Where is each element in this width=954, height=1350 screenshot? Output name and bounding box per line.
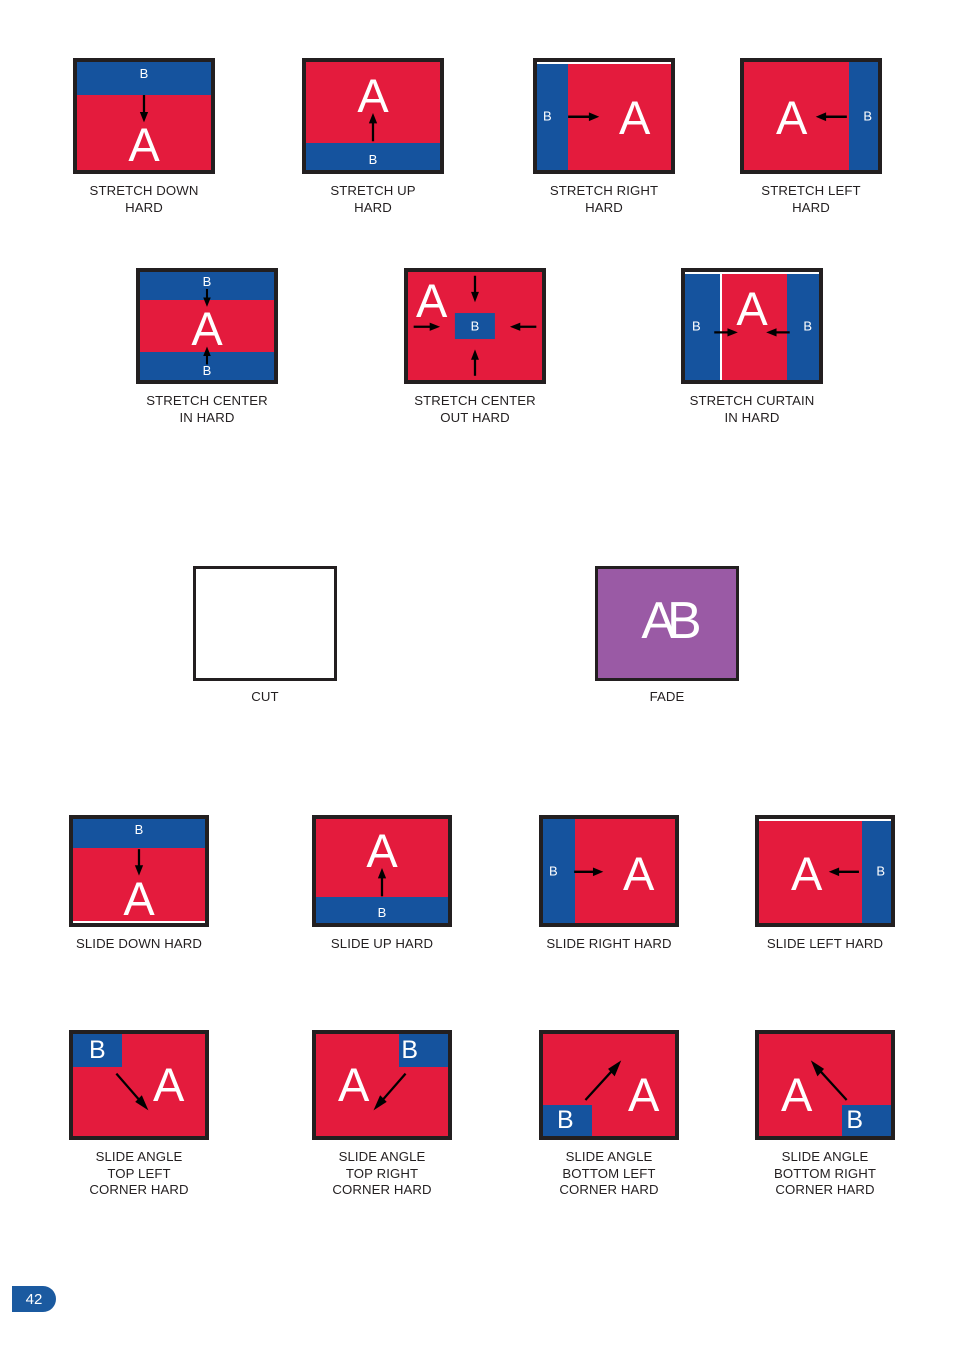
diagram-box: A B bbox=[312, 815, 452, 927]
diagram-box-fade: AB bbox=[595, 566, 739, 681]
label-b: B bbox=[557, 1106, 574, 1134]
figure-stretch-curtain-in-hard: B A B STRETCH CURTAIN IN HARD bbox=[681, 268, 823, 426]
figure-caption: SLIDE RIGHT HARD bbox=[546, 936, 672, 951]
figure-caption: SLIDE LEFT HARD bbox=[766, 936, 884, 951]
label-b: B bbox=[470, 318, 480, 334]
diagram-box: A B bbox=[539, 1030, 679, 1140]
figure-caption: STRETCH CENTER IN HARD bbox=[146, 393, 268, 425]
figure-stretch-center-out-hard: A B STRETCH CENTER OUT HARD bbox=[404, 268, 546, 426]
figure-slide-angle-top-left-corner-hard: B A SLIDE ANGLE TOP LEFT CORNER HARD bbox=[69, 1030, 209, 1199]
label-b: B bbox=[846, 1106, 863, 1134]
label-a: A bbox=[628, 1068, 660, 1121]
figure-slide-right-hard: B A SLIDE RIGHT HARD bbox=[539, 815, 679, 953]
diagram-box: A B bbox=[302, 58, 444, 174]
transition-effects-page: B A STRETCH DOWN HARD A B STRETCH UP HAR… bbox=[0, 0, 954, 1350]
figure-caption: FADE bbox=[649, 689, 685, 704]
figure-slide-up-hard: A B SLIDE UP HARD bbox=[312, 815, 452, 953]
figure-slide-angle-bottom-right-corner-hard: A B SLIDE ANGLE BOTTOM RIGHT CORNER HARD bbox=[755, 1030, 895, 1199]
figure-caption: SLIDE ANGLE BOTTOM LEFT CORNER HARD bbox=[559, 1149, 659, 1197]
figure-stretch-down-hard: B A STRETCH DOWN HARD bbox=[73, 58, 215, 216]
figure-caption: SLIDE ANGLE TOP RIGHT CORNER HARD bbox=[332, 1149, 432, 1197]
figure-caption: STRETCH RIGHT HARD bbox=[549, 183, 659, 215]
diagram-box: B A bbox=[533, 58, 675, 174]
label-a: A bbox=[619, 91, 651, 144]
figure-caption: STRETCH UP HARD bbox=[330, 183, 416, 215]
diagram-box: B A B bbox=[681, 268, 823, 384]
figure-caption: STRETCH DOWN HARD bbox=[89, 183, 199, 215]
diagram-box: A B bbox=[312, 1030, 452, 1140]
label-a: A bbox=[153, 1058, 185, 1111]
page-number: 42 bbox=[25, 1290, 43, 1308]
page-number-badge: 42 bbox=[12, 1286, 56, 1312]
label-b-bottom: B bbox=[202, 363, 212, 378]
label-a: A bbox=[736, 282, 768, 335]
region-b-blue-left bbox=[685, 272, 720, 380]
figure-stretch-up-hard: A B STRETCH UP HARD bbox=[302, 58, 444, 216]
seam-line bbox=[537, 62, 671, 64]
figure-caption: STRETCH CURTAIN IN HARD bbox=[689, 393, 815, 425]
region-b-blue bbox=[537, 62, 568, 170]
label-b: B bbox=[368, 152, 378, 167]
diagram-box: B A bbox=[73, 58, 215, 174]
label-a: A bbox=[623, 847, 655, 900]
figure-slide-down-hard: B A SLIDE DOWN HARD bbox=[69, 815, 209, 953]
figure-stretch-right-hard: B A STRETCH RIGHT HARD bbox=[533, 58, 675, 216]
label-a: A bbox=[781, 1068, 813, 1121]
figure-fade: AB FADE bbox=[595, 566, 739, 706]
diagram-box: A B bbox=[755, 1030, 895, 1140]
label-b: B bbox=[134, 822, 144, 837]
diagram-box: A B bbox=[404, 268, 546, 384]
label-b: B bbox=[543, 108, 552, 124]
label-a: A bbox=[123, 872, 155, 925]
figure-caption: STRETCH CENTER OUT HARD bbox=[414, 393, 536, 425]
diagram-box: B A B bbox=[136, 268, 278, 384]
label-b: B bbox=[89, 1036, 106, 1064]
figure-caption: SLIDE DOWN HARD bbox=[75, 936, 203, 951]
figure-caption: SLIDE ANGLE BOTTOM RIGHT CORNER HARD bbox=[773, 1149, 877, 1197]
label-a: A bbox=[416, 274, 448, 327]
seam-line-top bbox=[759, 819, 891, 821]
label-b-right: B bbox=[803, 318, 812, 334]
figure-stretch-left-hard: A B STRETCH LEFT HARD bbox=[740, 58, 882, 216]
diagram-box: B A bbox=[69, 815, 209, 927]
label-a: A bbox=[191, 302, 223, 355]
figure-caption: SLIDE UP HARD bbox=[330, 936, 434, 951]
label-a: A bbox=[791, 847, 823, 900]
figure-cut: CUT bbox=[193, 566, 337, 706]
label-a: A bbox=[776, 91, 808, 144]
diagram-box-empty bbox=[193, 566, 337, 681]
figure-slide-angle-bottom-left-corner-hard: A B SLIDE ANGLE BOTTOM LEFT CORNER HARD bbox=[539, 1030, 679, 1199]
figure-slide-angle-top-right-corner-hard: A B SLIDE ANGLE TOP RIGHT CORNER HARD bbox=[312, 1030, 452, 1199]
label-b: B bbox=[863, 108, 872, 124]
figure-caption: SLIDE ANGLE TOP LEFT CORNER HARD bbox=[89, 1149, 189, 1197]
figure-slide-left-hard: A B SLIDE LEFT HARD bbox=[755, 815, 895, 953]
seam-line-top bbox=[685, 272, 819, 274]
figure-caption: CUT bbox=[251, 689, 279, 704]
label-a: A bbox=[366, 824, 398, 877]
diagram-box: A B bbox=[755, 815, 895, 927]
label-a: A bbox=[357, 69, 389, 122]
label-b-left: B bbox=[692, 318, 701, 334]
label-b: B bbox=[549, 863, 558, 879]
diagram-box: A B bbox=[740, 58, 882, 174]
label-b: B bbox=[139, 66, 149, 81]
label-a: A bbox=[338, 1058, 370, 1111]
overlapping-letters: AB bbox=[598, 569, 736, 678]
region-b-blue bbox=[543, 819, 575, 923]
label-ab: AB bbox=[641, 592, 701, 650]
label-b: B bbox=[401, 1036, 418, 1064]
seam-line-left bbox=[719, 272, 722, 380]
label-b: B bbox=[876, 863, 885, 879]
label-a: A bbox=[128, 118, 160, 171]
label-b-top: B bbox=[202, 274, 212, 289]
figure-caption: STRETCH LEFT HARD bbox=[761, 183, 861, 215]
diagram-box: B A bbox=[539, 815, 679, 927]
diagram-box: B A bbox=[69, 1030, 209, 1140]
label-b: B bbox=[377, 905, 387, 920]
figure-stretch-center-in-hard: B A B STRETCH CENTER IN HARD bbox=[136, 268, 278, 426]
